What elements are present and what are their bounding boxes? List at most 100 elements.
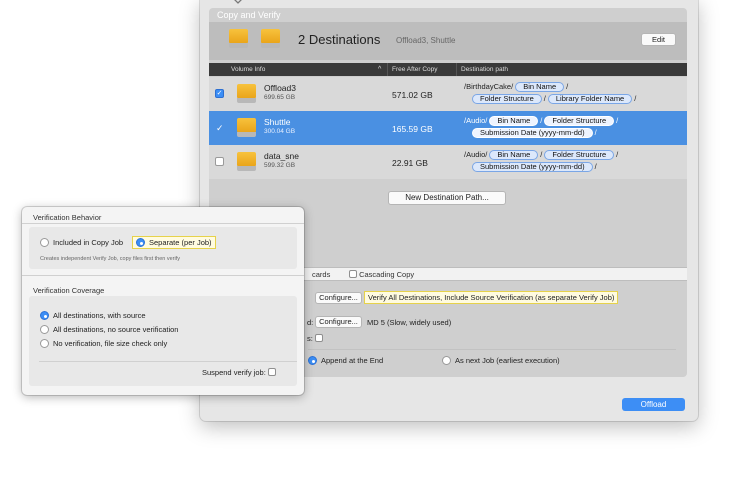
free-after-copy: 22.91 GB <box>392 158 428 168</box>
path-token[interactable]: Folder Structure <box>544 150 615 160</box>
radio-icon[interactable] <box>442 356 451 365</box>
verify-summary: Verify All Destinations, Include Source … <box>364 291 619 304</box>
path-text: / <box>540 116 543 125</box>
coverage-label: All destinations, no source verification <box>53 325 179 334</box>
path-line: /Audio/Bin Name / Folder Structure / <box>464 116 618 126</box>
path-token[interactable]: Submission Date (yyyy-mm-dd) <box>472 128 593 138</box>
free-after-copy: 571.02 GB <box>392 90 433 100</box>
path-text: / <box>634 94 637 103</box>
s-row-text: s: <box>307 334 313 343</box>
suspend-verify-row: Suspend verify job: <box>202 368 276 377</box>
volume-size: 699.65 GB <box>264 94 296 101</box>
behavior-hint: Creates independent Verify Job, copy fil… <box>40 256 181 262</box>
divider <box>22 275 304 276</box>
table-row[interactable]: ✓ Offload3 699.65 GB 571.02 GB /Birthday… <box>209 77 687 111</box>
edit-button[interactable]: Edit <box>641 33 676 46</box>
hash-row-label: d: <box>307 318 314 327</box>
new-destination-path-button[interactable]: New Destination Path... <box>388 191 506 205</box>
radio-icon[interactable] <box>40 238 49 247</box>
sort-up-icon[interactable]: ^ <box>378 66 381 73</box>
radio-icon[interactable] <box>40 339 49 348</box>
path-line: /BirthdayCake/Bin Name / <box>464 82 568 92</box>
volume-name: data_sne <box>264 151 299 161</box>
tab-cards[interactable]: cards <box>312 270 330 279</box>
tab-cascading-copy[interactable]: Cascading Copy <box>349 270 414 279</box>
path-token[interactable]: Folder Structure <box>472 94 542 104</box>
table-header: Volume Info ^ Free After Copy Destinatio… <box>209 63 687 76</box>
path-line: /Audio/Bin Name / Folder Structure / <box>464 150 618 160</box>
append-end-label: Append at the End <box>321 356 384 365</box>
panel-title: Copy and Verify <box>217 10 281 20</box>
hash-summary: MD 5 (Slow, widely used) <box>367 318 452 327</box>
coverage-option[interactable]: All destinations, with source <box>40 311 146 320</box>
chevron-down-icon[interactable] <box>233 0 243 4</box>
s-row-label: s: <box>307 334 323 343</box>
s-row-checkbox[interactable] <box>314 334 323 342</box>
radio-selected-icon[interactable] <box>40 311 49 320</box>
free-after-copy: 165.59 GB <box>392 124 433 134</box>
path-token[interactable]: Submission Date (yyyy-mm-dd) <box>472 162 593 172</box>
next-job-option[interactable]: As next Job (earliest execution) <box>442 356 560 365</box>
col-free-after-copy[interactable]: Free After Copy <box>392 66 438 73</box>
path-text: /BirthdayCake/ <box>464 82 514 91</box>
drive-icon <box>237 152 256 172</box>
volume-size: 300.04 GB <box>264 128 296 135</box>
radio-selected-icon[interactable] <box>136 238 145 247</box>
path-line: Submission Date (yyyy-mm-dd) / <box>470 128 597 138</box>
radio-icon[interactable] <box>40 325 49 334</box>
row-checkbox[interactable]: ✓ <box>215 89 224 98</box>
included-label: Included in Copy Job <box>53 238 124 247</box>
drive-icon <box>229 29 248 49</box>
path-text: / <box>540 150 543 159</box>
path-text: /Audio/ <box>464 150 488 159</box>
behavior-title: Verification Behavior <box>33 213 102 222</box>
divider <box>22 223 304 224</box>
separate-option[interactable]: Separate (per Job) <box>132 236 216 249</box>
path-token[interactable]: Bin Name <box>489 150 539 160</box>
cascading-label: Cascading Copy <box>359 270 415 279</box>
configure-hash-button[interactable]: Configure... <box>315 316 362 328</box>
destination-count: 2 Destinations <box>298 32 381 47</box>
divider <box>308 349 676 350</box>
suspend-checkbox[interactable] <box>267 368 276 376</box>
path-text: / <box>566 82 569 91</box>
path-line: Submission Date (yyyy-mm-dd) / <box>470 162 597 172</box>
path-line: Folder Structure / Library Folder Name / <box>470 94 636 104</box>
separate-label: Separate (per Job) <box>149 238 212 247</box>
next-job-label: As next Job (earliest execution) <box>455 356 560 365</box>
path-text: / <box>594 128 597 137</box>
drive-icon <box>237 118 256 138</box>
divider <box>39 361 297 362</box>
volume-size: 599.32 GB <box>264 162 296 169</box>
path-text: / <box>543 94 546 103</box>
path-token[interactable]: Library Folder Name <box>547 94 633 104</box>
configure-verify-button[interactable]: Configure... <box>315 292 362 304</box>
row-checkbox[interactable]: ✓ <box>215 123 224 133</box>
path-text: / <box>616 116 619 125</box>
table-row[interactable]: data_sne 599.32 GB 22.91 GB /Audio/Bin N… <box>209 145 687 179</box>
path-text: / <box>594 162 597 171</box>
volume-name: Offload3 <box>264 83 296 93</box>
append-end-option[interactable]: Append at the End <box>308 356 383 365</box>
path-token[interactable]: Folder Structure <box>544 116 615 126</box>
volume-name: Shuttle <box>264 117 291 127</box>
drive-icon <box>237 84 256 104</box>
offload-button[interactable]: Offload <box>622 398 685 411</box>
included-option[interactable]: Included in Copy Job <box>40 238 123 247</box>
coverage-option[interactable]: No verification, file size check only <box>40 339 167 348</box>
coverage-label: All destinations, with source <box>53 311 146 320</box>
path-token[interactable]: Bin Name <box>515 82 565 92</box>
suspend-label: Suspend verify job: <box>202 368 266 377</box>
col-destination-path[interactable]: Destination path <box>461 66 508 73</box>
path-token[interactable]: Bin Name <box>489 116 539 126</box>
radio-selected-icon[interactable] <box>308 356 317 365</box>
drive-icon <box>261 29 280 49</box>
row-checkbox[interactable] <box>215 157 224 166</box>
coverage-title: Verification Coverage <box>33 286 105 295</box>
coverage-option[interactable]: All destinations, no source verification <box>40 325 178 334</box>
col-volume-info[interactable]: Volume Info <box>231 66 265 73</box>
path-text: /Audio/ <box>464 116 488 125</box>
table-row[interactable]: ✓ Shuttle 300.04 GB 165.59 GB /Audio/Bin… <box>209 111 687 145</box>
cascading-checkbox[interactable] <box>349 270 357 278</box>
coverage-label: No verification, file size check only <box>53 339 168 348</box>
